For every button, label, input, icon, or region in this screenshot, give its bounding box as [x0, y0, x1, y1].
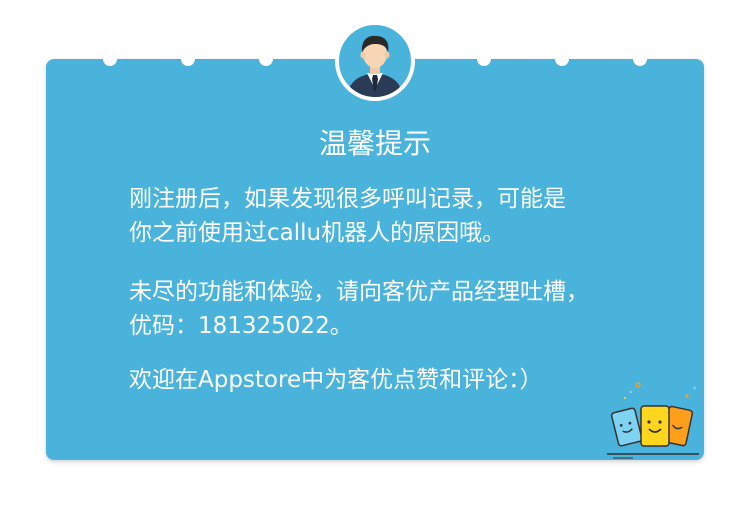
card-notch	[181, 52, 195, 66]
notice-paragraph: 未尽的功能和体验，请向客优产品经理吐槽， 优码：181325022。	[129, 275, 689, 343]
card-notch	[103, 52, 117, 66]
paragraph-line: 刚注册后，如果发现很多呼叫记录，可能是	[129, 186, 566, 212]
businessman-avatar-icon	[335, 21, 415, 101]
card-notch	[477, 52, 491, 66]
card-notch	[259, 52, 273, 66]
notice-paragraph: 刚注册后，如果发现很多呼叫记录，可能是 你之前使用过callu机器人的原因哦。	[129, 182, 689, 250]
card-notch	[633, 52, 647, 66]
card-notch	[555, 52, 569, 66]
smiling-cards-icon	[603, 380, 703, 460]
notice-title: 温馨提示	[318, 127, 431, 160]
paragraph-line: 未尽的功能和体验，请向客优产品经理吐槽，	[129, 279, 589, 305]
paragraph-line: 你之前使用过callu机器人的原因哦。	[129, 220, 506, 246]
paragraph-line: 优码：181325022。	[129, 313, 353, 339]
